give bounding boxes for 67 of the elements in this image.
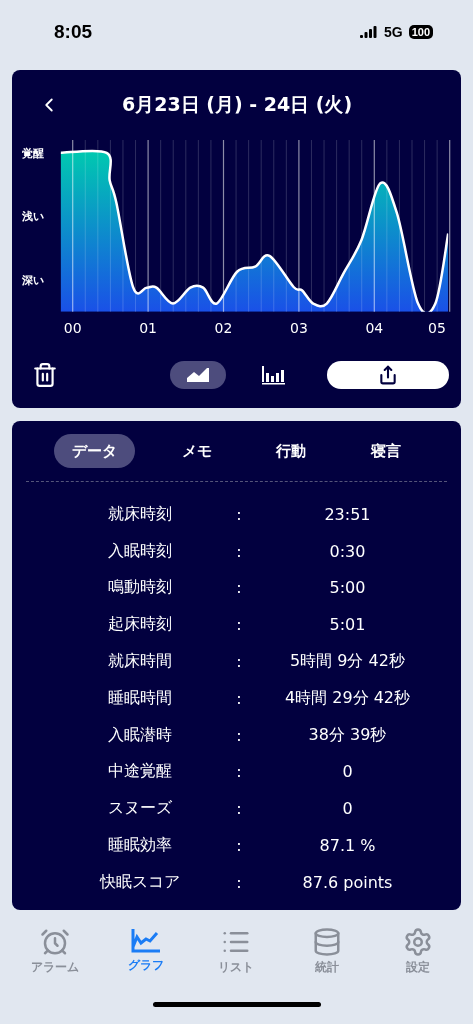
row-value: 5:01	[328, 615, 367, 635]
row-value: 5:00	[328, 578, 367, 598]
row-value: 5時間 9分 42秒	[289, 651, 406, 673]
nav-item[interactable]: 設定	[382, 926, 453, 977]
colon: :	[235, 578, 243, 598]
row-label: 起床時刻	[107, 614, 173, 636]
row-value: 0	[341, 762, 354, 782]
nav-item[interactable]: グラフ	[110, 926, 181, 977]
colon: :	[235, 541, 243, 561]
y-axis-label: 深い	[22, 274, 44, 287]
colon: :	[235, 872, 243, 892]
line-chart-icon	[129, 927, 162, 955]
colon: :	[235, 504, 243, 524]
nav-item[interactable]: リスト	[201, 926, 272, 977]
y-axis-label: 覚醒	[22, 146, 44, 160]
row-label: 睡眠効率	[107, 835, 173, 857]
x-axis-label: 03	[290, 320, 308, 336]
row-label: 入眠潜時	[107, 724, 173, 746]
colon: :	[235, 615, 243, 635]
x-axis-label: 02	[214, 320, 233, 336]
date-title: 6月23日 (月) - 24日 (火)	[122, 92, 353, 117]
tab[interactable]: 寝言	[352, 434, 419, 468]
delete-button[interactable]	[32, 362, 58, 388]
database-icon	[312, 927, 343, 957]
x-axis-label: 05	[428, 320, 446, 336]
network-label: 5G	[383, 24, 403, 40]
trash-icon	[32, 362, 58, 388]
row-label: 快眠スコア	[98, 871, 181, 893]
share-icon	[378, 365, 398, 385]
x-axis-label: 04	[365, 320, 384, 336]
nav-item[interactable]: アラーム	[20, 926, 91, 977]
row-value: 0:30	[328, 541, 367, 561]
tab[interactable]: メモ	[163, 434, 230, 468]
x-axis-label: 00	[63, 320, 82, 336]
share-button[interactable]	[327, 361, 449, 389]
row-value: 23:51	[323, 504, 372, 524]
colon: :	[235, 688, 243, 708]
row-value: 38分 39秒	[307, 724, 388, 746]
tab[interactable]: データ	[54, 434, 136, 468]
status-time: 8:05	[54, 21, 93, 43]
y-axis-label: 浅い	[22, 210, 44, 224]
row-value: 4時間 29分 42秒	[283, 687, 412, 709]
signal-icon	[359, 26, 378, 38]
chart-view-button[interactable]	[170, 361, 226, 389]
battery-level: 100	[408, 25, 433, 39]
colon: :	[235, 799, 243, 819]
row-value: 0	[341, 799, 354, 819]
nav-item[interactable]: 統計	[292, 926, 363, 977]
row-value: 87.6 points	[301, 872, 394, 892]
row-label: 入眠時刻	[107, 540, 173, 562]
alarm-clock-icon	[40, 927, 71, 957]
colon: :	[235, 652, 243, 672]
colon: :	[235, 762, 243, 782]
x-axis-label: 01	[139, 320, 157, 336]
row-label: スヌーズ	[107, 798, 173, 820]
row-label: 中途覚醒	[107, 761, 173, 783]
colon: :	[235, 836, 243, 856]
area-chart-icon	[185, 366, 211, 384]
bar-chart-icon	[261, 365, 287, 385]
gear-icon	[402, 927, 433, 957]
row-label: 就床時間	[107, 651, 173, 673]
row-label: 鳴動時刻	[107, 577, 173, 599]
colon: :	[235, 725, 243, 745]
row-label: 就床時刻	[107, 503, 173, 525]
tab[interactable]: 行動	[258, 434, 325, 468]
row-value: 87.1 %	[318, 836, 377, 856]
row-label: 睡眠時間	[107, 687, 173, 709]
